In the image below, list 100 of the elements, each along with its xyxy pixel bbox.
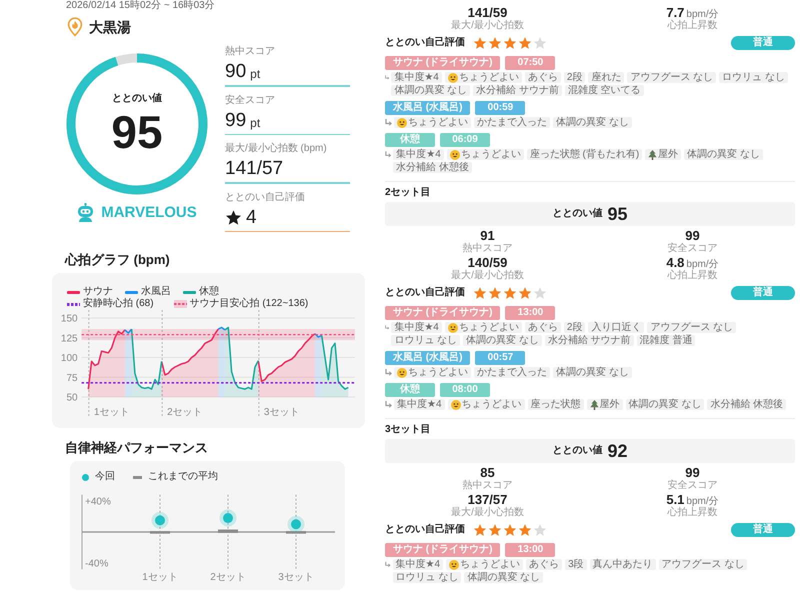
phase-tag: サウナ (ドライサウナ) <box>385 56 500 70</box>
stat-label: 心拍上昇数 <box>668 270 718 281</box>
duration-tag: 00:57 <box>475 351 526 365</box>
duration-tag: 13:00 <box>505 306 556 320</box>
detail-tag: 混雑度 空いてる <box>564 85 644 96</box>
stat-value: 140/59 <box>468 255 508 270</box>
stat-label: 熱中スコア <box>225 46 276 58</box>
detail-tag: あぐら <box>524 72 561 83</box>
robot-icon <box>77 203 94 222</box>
stat-value: 141/57 <box>225 158 284 180</box>
detail-text: ちょうどよい <box>460 149 521 160</box>
detail-tag: 2段 <box>564 322 586 333</box>
detail-tag: 集中度★4 <box>391 322 442 333</box>
date-time-text: 2026/02/14 15時02分 ~ 16時03分 <box>65 0 216 12</box>
axis-label: 75 <box>66 372 78 384</box>
place-name: 大黒湯 <box>89 18 131 36</box>
detail-tag: 座った状態 <box>528 399 584 410</box>
detail-tag: 水分補給 休憩後 <box>707 399 786 410</box>
sub-arrow-icon <box>385 401 392 408</box>
sub-arrow-icon <box>385 119 392 126</box>
detail-tag: 水分補給 サウナ前 <box>544 335 634 346</box>
detail-tag: 集中度★4 <box>393 149 444 160</box>
star-icon <box>533 523 547 537</box>
star-icon <box>503 36 517 50</box>
star-icon <box>473 286 487 300</box>
rating-label: ととのい自己評価 <box>385 287 465 299</box>
sub-arrow-icon <box>385 561 391 568</box>
smile-icon <box>449 560 460 570</box>
stat-unit: pt <box>250 116 260 130</box>
detail-tag: 集中度★4 <box>392 559 444 570</box>
stat-value: 137/57 <box>468 492 508 507</box>
phase-tag: 休憩 <box>385 383 435 397</box>
detail-tag: 3段 <box>565 559 587 570</box>
score-value: 92 <box>607 441 628 461</box>
star-icon <box>225 209 242 226</box>
axis-label: 2セット <box>167 407 203 418</box>
set-title: 2セット目 <box>385 181 795 199</box>
sub-arrow-icon <box>385 74 390 81</box>
stat-unit: bpm/分 <box>686 496 719 507</box>
stat-label: 安全スコア <box>668 480 718 491</box>
phase-tag: サウナ (ドライサウナ) <box>385 543 500 557</box>
duration-tag: 07:50 <box>505 56 556 70</box>
axis-label: 100 <box>60 353 78 364</box>
detail-tag: 座れた <box>588 72 624 83</box>
axis-label: 2セット <box>210 572 246 583</box>
score-value: 95 <box>111 109 163 155</box>
star-icon <box>518 523 532 537</box>
stat-label: 安全スコア <box>225 94 276 106</box>
rating-value: 4 <box>246 206 257 228</box>
duration-tag: 00:59 <box>475 101 526 115</box>
rating-badge[interactable]: 普通 <box>731 286 795 300</box>
smile-icon <box>397 118 407 128</box>
axis-label: 50 <box>66 392 78 404</box>
stat-label: 最大/最小心拍数 (bpm) <box>225 143 328 155</box>
star-icon <box>503 286 517 300</box>
legend-label: サウナ <box>83 286 113 298</box>
detail-tag: ロウリュ なし <box>719 72 788 83</box>
detail-text: 屋外 <box>600 399 620 410</box>
stat-value: 141/59 <box>468 5 508 20</box>
axis-label: 3セット <box>264 407 300 418</box>
sub-arrow-icon <box>385 369 392 376</box>
star-icon <box>488 286 502 300</box>
stat-value: 99 <box>225 110 246 132</box>
star-icon <box>518 286 532 300</box>
stat-unit: pt <box>250 67 260 81</box>
star-icon <box>473 36 487 50</box>
stat-label: 心拍上昇数 <box>668 20 718 31</box>
detail-tag: 体調の異変 なし <box>553 117 632 128</box>
stat-label: 熱中スコア <box>462 243 512 254</box>
star-icon <box>488 523 502 537</box>
phase-tag: 休憩 <box>385 133 435 147</box>
smile-icon <box>397 368 407 378</box>
detail-tag: かたまで入った <box>474 367 550 378</box>
detail-text: ちょうどよい <box>408 367 468 378</box>
phase-tag: 水風呂 (水風呂) <box>385 351 470 365</box>
detail-text: ちょうどよい <box>458 322 519 333</box>
smile-icon <box>450 150 460 160</box>
rating-badge[interactable]: 普通 <box>731 523 795 537</box>
legend-label: 今回 <box>95 471 115 483</box>
stat-label: 心拍上昇数 <box>668 507 718 518</box>
legend-label: 安静時心拍 (68) <box>83 298 154 310</box>
detail-tag: アウフグース なし <box>627 72 716 83</box>
section-title: 心拍グラフ (bpm) <box>64 252 171 268</box>
detail-tag: 水分補給 休憩後 <box>393 162 472 173</box>
score-value: 95 <box>607 204 628 224</box>
detail-tag: 集中度★4 <box>394 399 445 410</box>
stat-value: 85 <box>480 465 495 480</box>
rating-badge[interactable]: 普通 <box>731 36 795 50</box>
detail-text: ちょうどよい <box>462 399 522 410</box>
stat-unit: bpm/分 <box>686 259 719 270</box>
stat-label: 最大/最小心拍数 <box>451 270 524 281</box>
stat-value: 99 <box>685 228 700 243</box>
smile-icon <box>450 400 461 410</box>
detail-text: ちょうどよい <box>460 559 520 570</box>
stat-value: 5.1 <box>666 492 684 507</box>
detail-tag: 体調の異変 なし <box>626 399 704 410</box>
rating-label: ととのい自己評価 <box>385 37 465 49</box>
detail-tag: あぐら <box>526 559 562 570</box>
duration-tag: 06:09 <box>440 133 490 147</box>
phase-tag: サウナ (ドライサウナ) <box>385 306 500 320</box>
